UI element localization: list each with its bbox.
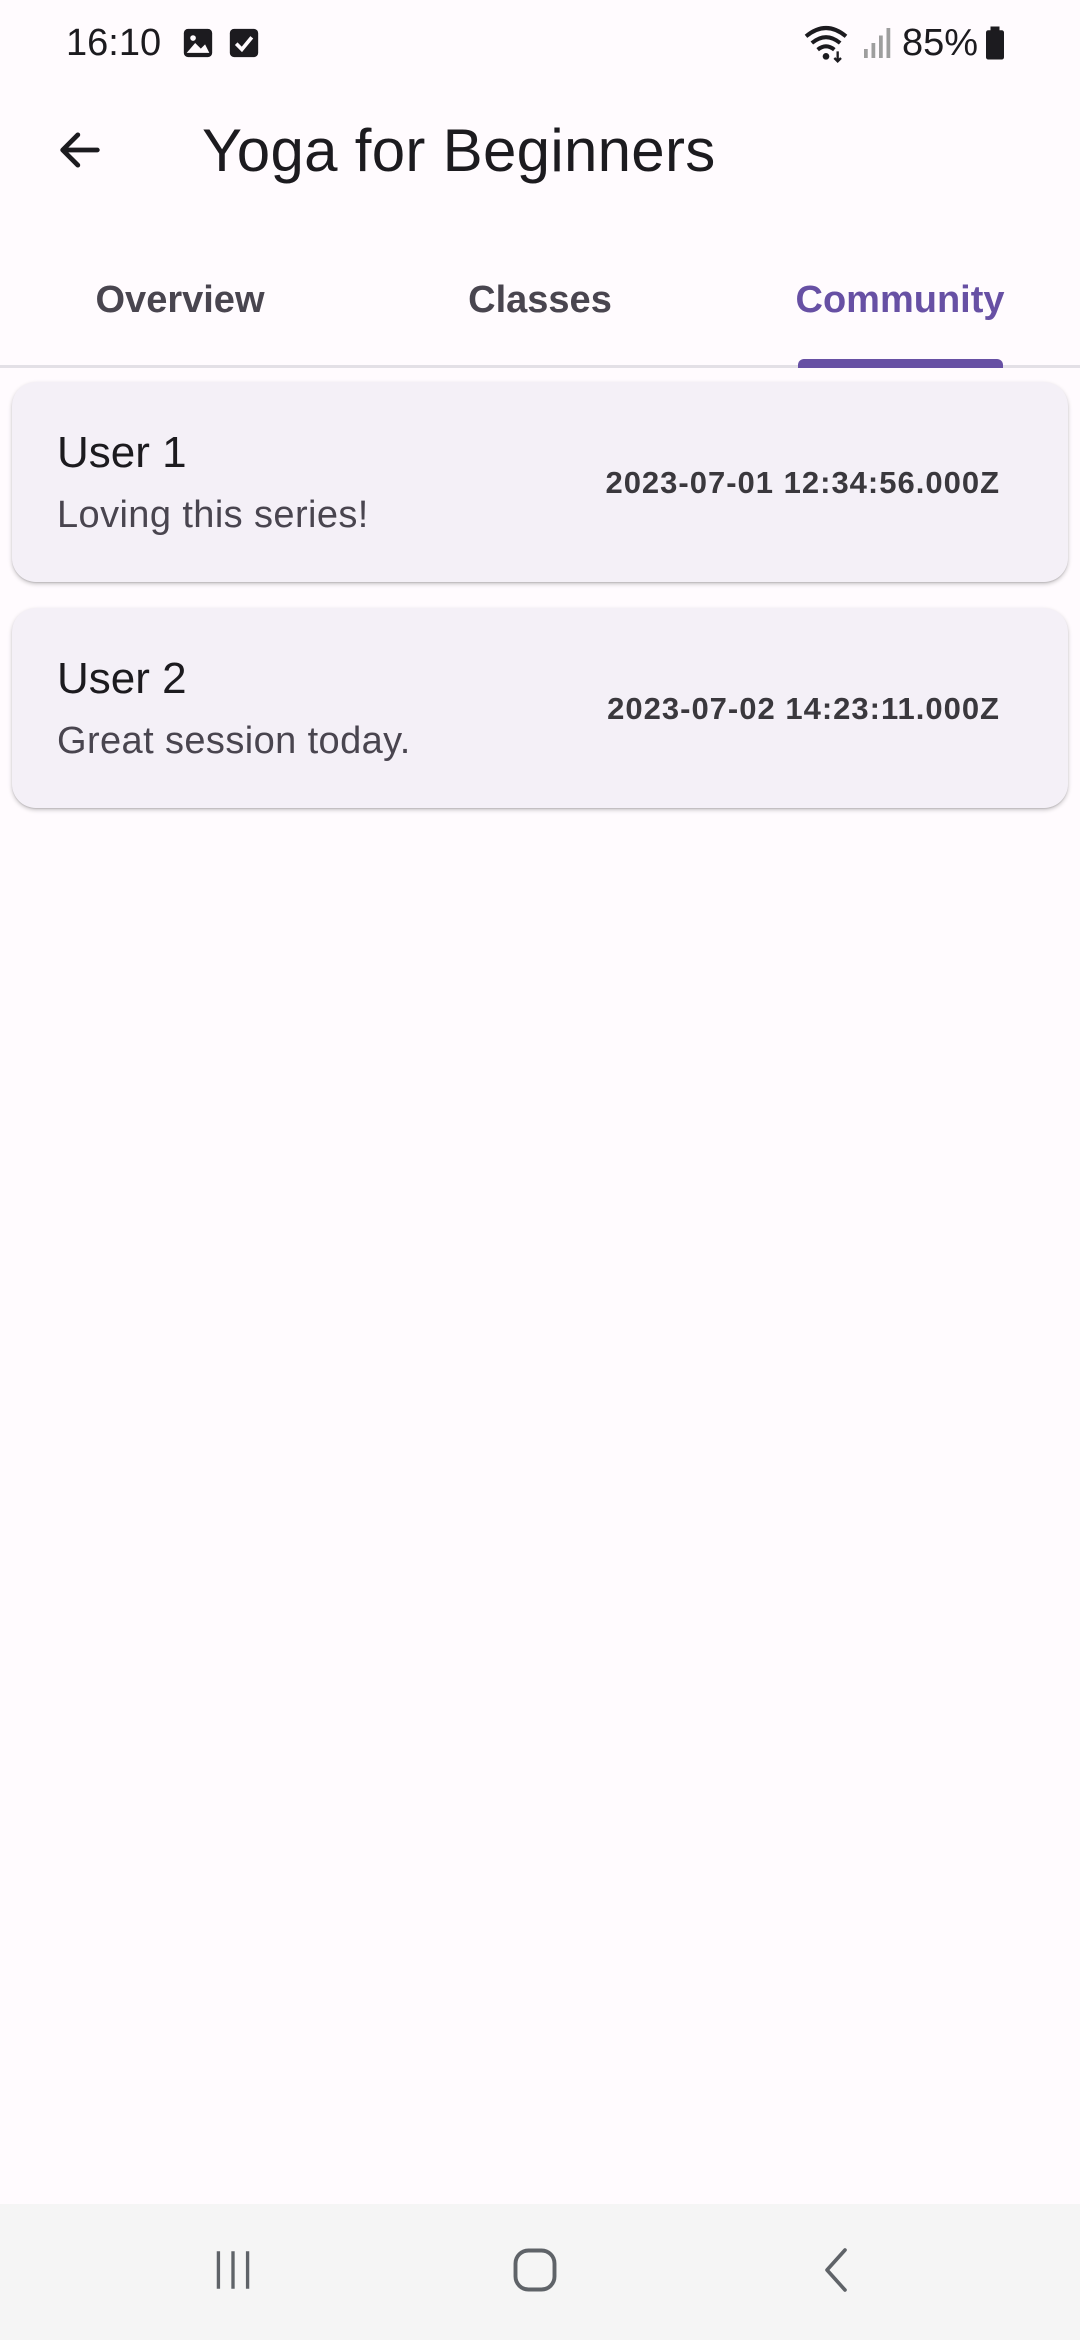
post-timestamp: 2023-07-01 12:34:56.000Z	[605, 465, 1000, 500]
app-bar: Yoga for Beginners	[0, 86, 1080, 222]
tab-community[interactable]: Community	[720, 232, 1080, 368]
page-title: Yoga for Beginners	[202, 117, 716, 184]
status-bar: 16:10 85%	[0, 0, 1080, 86]
post-message: Great session today.	[57, 720, 411, 762]
tab-overview[interactable]: Overview	[0, 232, 360, 368]
post-message: Loving this series!	[57, 494, 369, 536]
post-card[interactable]: User 1 Loving this series! 2023-07-01 12…	[12, 382, 1068, 582]
tab-indicator	[798, 359, 1003, 368]
checkbox-icon	[227, 26, 261, 60]
battery-percent: 85%	[901, 21, 978, 64]
recent-apps-icon	[208, 2245, 258, 2300]
status-left: 16:10	[66, 22, 273, 65]
post-user: User 2	[57, 654, 187, 703]
signal-icon	[860, 25, 892, 61]
post-user: User 1	[57, 428, 187, 477]
tab-bar: Overview Classes Community	[0, 232, 1080, 368]
post-timestamp: 2023-07-02 14:23:11.000Z	[607, 691, 1000, 726]
image-icon	[181, 26, 215, 60]
system-back-button[interactable]	[777, 2232, 897, 2312]
back-button[interactable]	[40, 112, 120, 192]
battery-icon	[984, 25, 1006, 61]
post-card[interactable]: User 2 Great session today. 2023-07-02 1…	[12, 608, 1068, 808]
home-button[interactable]	[475, 2232, 595, 2312]
community-post-list: User 1 Loving this series! 2023-07-01 12…	[12, 382, 1068, 834]
tab-classes[interactable]: Classes	[360, 232, 720, 368]
recent-apps-button[interactable]	[173, 2232, 293, 2312]
system-nav-bar	[0, 2204, 1080, 2340]
status-right: 85%	[802, 22, 1016, 65]
back-icon	[813, 2244, 861, 2301]
arrow-back-icon	[54, 124, 106, 181]
wifi-icon	[802, 23, 850, 63]
home-icon	[509, 2244, 561, 2301]
status-time: 16:10	[66, 21, 162, 64]
